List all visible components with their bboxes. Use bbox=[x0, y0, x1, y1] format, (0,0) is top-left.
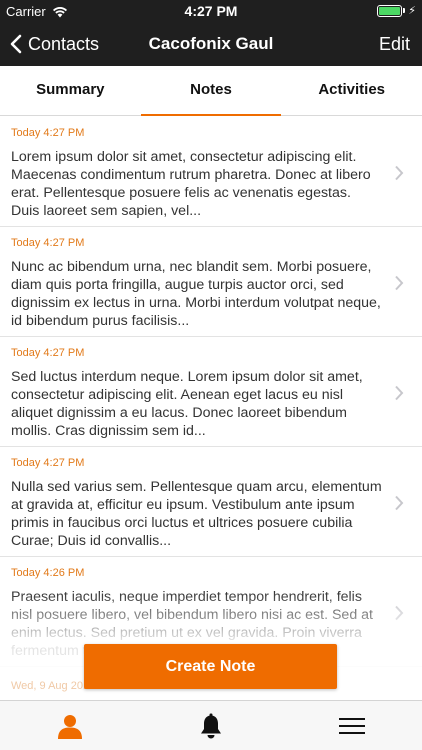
person-icon bbox=[58, 714, 83, 739]
note-text: Nunc ac bibendum urna, nec blandit sem. … bbox=[11, 259, 381, 329]
note-date: Today 4:27 PM bbox=[11, 127, 85, 139]
note-item[interactable]: Today 4:27 PM Lorem ipsum dolor sit amet… bbox=[0, 117, 422, 227]
note-text: Nulla sed varius sem. Pellentesque quam … bbox=[11, 479, 382, 549]
note-date: Today 4:26 PM bbox=[11, 567, 85, 579]
create-note-button[interactable]: Create Note bbox=[84, 644, 337, 689]
chevron-right-icon bbox=[395, 275, 404, 291]
bottom-tab-bar bbox=[0, 700, 422, 750]
status-bar: Carrier 4:27 PM ⚡ bbox=[0, 0, 422, 22]
tab-notes[interactable]: Notes bbox=[140, 66, 282, 116]
back-label: Contacts bbox=[28, 33, 100, 54]
navigation-bar: Contacts Cacofonix Gaul Edit bbox=[0, 22, 422, 66]
note-date: Today 4:27 PM bbox=[11, 457, 85, 469]
chevron-right-icon bbox=[395, 605, 404, 621]
tabbar-item-menu[interactable] bbox=[281, 701, 422, 750]
battery-icon bbox=[377, 4, 403, 17]
partial-note-date: Wed, 9 Aug 2017 bbox=[11, 680, 96, 692]
back-button[interactable]: Contacts bbox=[10, 22, 99, 66]
chevron-right-icon bbox=[395, 495, 404, 511]
note-item[interactable]: Today 4:27 PM Nulla sed varius sem. Pell… bbox=[0, 447, 422, 557]
chevron-right-icon bbox=[395, 385, 404, 401]
battery-tip bbox=[403, 8, 406, 13]
note-text: Lorem ipsum dolor sit amet, consectetur … bbox=[11, 149, 371, 219]
bell-icon bbox=[201, 713, 221, 738]
tabbar-item-notifications[interactable] bbox=[141, 701, 282, 750]
chevron-left-icon bbox=[10, 34, 22, 54]
note-text: Sed luctus interdum neque. Lorem ipsum d… bbox=[11, 369, 363, 439]
status-time: 4:27 PM bbox=[184, 3, 238, 19]
charging-icon: ⚡ bbox=[408, 5, 416, 17]
note-item[interactable]: Today 4:27 PM Nunc ac bibendum urna, nec… bbox=[0, 227, 422, 337]
status-right: ⚡ bbox=[377, 4, 416, 17]
chevron-right-icon bbox=[395, 165, 404, 181]
menu-icon bbox=[338, 717, 365, 734]
note-date: Today 4:27 PM bbox=[11, 237, 85, 249]
segment-tabs: Summary Notes Activities bbox=[0, 66, 422, 116]
edit-button[interactable]: Edit bbox=[379, 22, 410, 66]
tabbar-item-contacts[interactable] bbox=[0, 701, 141, 750]
tab-summary[interactable]: Summary bbox=[0, 66, 141, 115]
notes-list: Today 4:27 PM Lorem ipsum dolor sit amet… bbox=[0, 117, 422, 700]
note-item[interactable]: Today 4:27 PM Sed luctus interdum neque.… bbox=[0, 337, 422, 447]
note-date: Today 4:27 PM bbox=[11, 347, 85, 359]
tab-activities[interactable]: Activities bbox=[281, 66, 422, 115]
